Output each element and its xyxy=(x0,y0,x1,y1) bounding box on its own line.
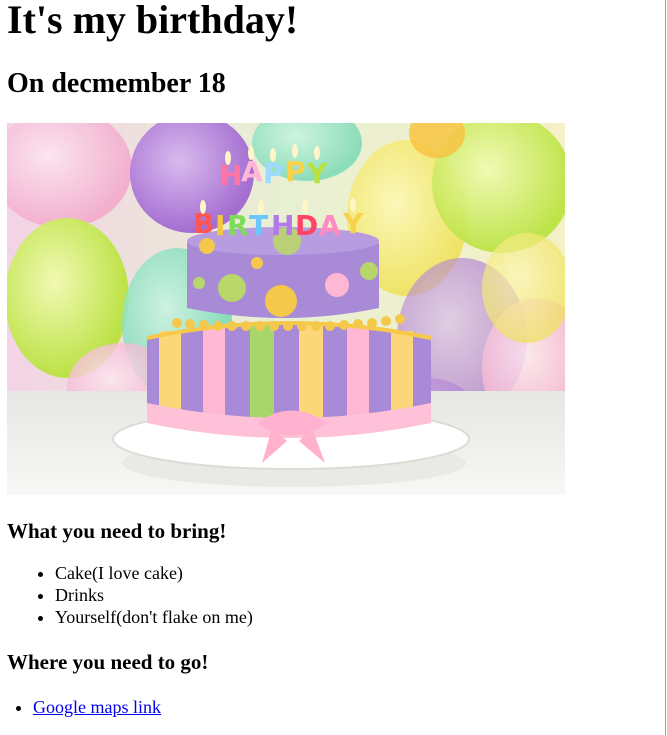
svg-text:I: I xyxy=(215,209,225,242)
where-heading: Where you need to go! xyxy=(7,650,209,674)
page: It's my birthday! On decmember 18 H A P … xyxy=(0,0,666,735)
svg-text:T: T xyxy=(249,209,268,242)
page-subtitle: On decmember 18 xyxy=(7,68,226,99)
page-content: It's my birthday! On decmember 18 H A P … xyxy=(0,0,665,718)
svg-text:H: H xyxy=(219,159,242,192)
list-item: Yourself(don't flake on me) xyxy=(55,606,665,628)
google-maps-link[interactable]: Google maps link xyxy=(33,697,161,717)
svg-text:D: D xyxy=(295,209,318,242)
bring-heading: What you need to bring! xyxy=(7,519,227,543)
list-item: Drinks xyxy=(55,584,665,606)
bring-list: Cake(I love cake) Drinks Yourself(don't … xyxy=(7,562,665,628)
svg-text:Y: Y xyxy=(306,157,328,190)
birthday-cake-image: H A P P Y B I R T H D A Y xyxy=(7,123,565,495)
svg-text:P: P xyxy=(285,155,306,188)
svg-text:R: R xyxy=(227,209,249,242)
svg-text:H: H xyxy=(271,209,294,242)
list-item: Cake(I love cake) xyxy=(55,562,665,584)
page-title: It's my birthday! xyxy=(7,0,299,42)
where-list: Google maps link xyxy=(7,696,665,718)
svg-text:A: A xyxy=(241,155,263,188)
list-item: Google maps link xyxy=(33,696,665,718)
svg-text:A: A xyxy=(319,209,341,242)
